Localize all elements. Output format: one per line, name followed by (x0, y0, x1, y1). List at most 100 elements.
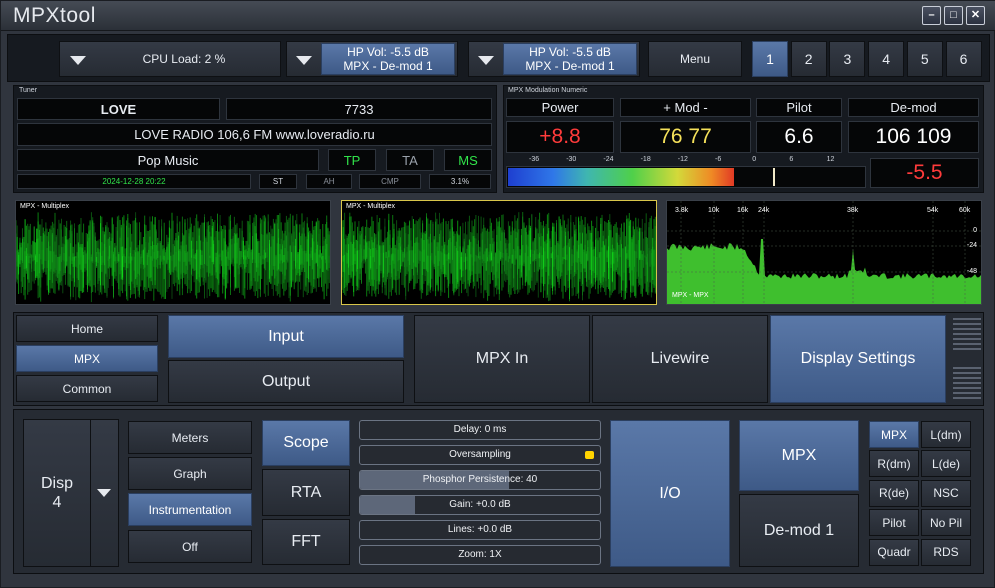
scope-2-trace (342, 212, 656, 302)
channel-button-rdm[interactable]: R(dm) (869, 450, 919, 478)
mpx-source-button[interactable]: MPX (739, 420, 859, 491)
delay-slider[interactable]: Delay: 0 ms (359, 420, 601, 440)
display-settings-button[interactable]: Display Settings (770, 315, 946, 403)
mod-value: 76 77 (620, 121, 751, 153)
io-button[interactable]: I/O (610, 420, 730, 567)
close-button[interactable]: ✕ (966, 6, 985, 25)
preset-button-6[interactable]: 6 (945, 41, 982, 77)
scope-1-label: MPX - Multiplex (20, 203, 70, 210)
headphone-1-source[interactable]: HP Vol: -5.5 dB MPX - De-mod 1 (321, 43, 455, 75)
channel-button-mpx[interactable]: MPX (869, 421, 919, 448)
demod-volume: -5.5 (870, 158, 979, 188)
type-fft[interactable]: FFT (262, 519, 350, 565)
preset-button-1[interactable]: 1 (752, 41, 788, 77)
output-button[interactable]: Output (168, 360, 404, 403)
type-scope[interactable]: Scope (262, 420, 350, 466)
mode-meters[interactable]: Meters (128, 421, 252, 454)
fft-y-tick: -24 (966, 242, 977, 249)
disp-number: 4 (52, 494, 62, 511)
zoom-label: Zoom: 1X (458, 549, 502, 560)
oversampling-toggle[interactable]: Oversampling (359, 445, 601, 465)
scroll-up-grip[interactable] (953, 318, 981, 350)
home-button[interactable]: Home (16, 315, 158, 342)
common-button[interactable]: Common (16, 375, 158, 402)
disp-label: Disp (40, 475, 73, 492)
cpu-load-dropdown[interactable]: CPU Load: 2 % (59, 41, 281, 77)
display-selector[interactable]: Disp 4 (23, 419, 119, 567)
st-indicator: ST (259, 174, 297, 189)
scope-panel-1[interactable]: MPX - Multiplex (15, 200, 331, 305)
fft-label: MPX - MPX (672, 292, 709, 299)
mpx-in-button[interactable]: MPX In (414, 315, 590, 403)
meter-fill (508, 168, 734, 186)
preset-button-5[interactable]: 5 (906, 41, 943, 77)
type-rta[interactable]: RTA (262, 469, 350, 516)
minimize-button[interactable]: – (922, 6, 941, 25)
channel-button-lde[interactable]: L(de) (921, 450, 971, 478)
channel-button-rds[interactable]: RDS (921, 538, 971, 566)
oversampling-label: Oversampling (449, 449, 511, 460)
oversampling-indicator-icon (585, 451, 594, 459)
scope-1-trace (16, 212, 330, 303)
maximize-button[interactable]: □ (944, 6, 963, 25)
hp2-source: MPX - De-mod 1 (525, 59, 615, 73)
mpx-numeric-label: MPX Modulation Numeric (508, 87, 588, 94)
ah-indicator: AH (306, 174, 352, 189)
chevron-down-icon (296, 56, 312, 65)
fft-y-tick: 0 (973, 227, 977, 234)
rds-datetime: 2024-12-28 20:22 (17, 174, 251, 189)
scope-2-label: MPX - Multiplex (346, 203, 396, 210)
channel-button-ldm[interactable]: L(dm) (921, 421, 971, 448)
gain-slider[interactable]: Gain: +0.0 dB (359, 495, 601, 515)
demod-value: 106 109 (848, 121, 979, 153)
preset-button-4[interactable]: 4 (868, 41, 905, 77)
demod-source-button[interactable]: De-mod 1 (739, 494, 859, 567)
phosphor-label: Phosphor Persistence: 40 (422, 474, 538, 485)
mod-header: + Mod - (620, 98, 751, 117)
menu-button[interactable]: Menu (648, 41, 742, 77)
power-header: Power (506, 98, 614, 117)
slider-fill (360, 496, 416, 514)
meter-scale-tick: -18 (640, 156, 651, 163)
fft-x-tick: 24k (758, 207, 770, 214)
fft-panel[interactable]: MPX - MPX 3.8k 10k 16k 24k 38k 54k 60k 0 -24 -48 (666, 200, 982, 305)
mode-graph[interactable]: Graph (128, 457, 252, 490)
fft-spectrum (667, 201, 981, 304)
chevron-down-icon (70, 56, 86, 65)
headphone-2-source[interactable]: HP Vol: -5.5 dB MPX - De-mod 1 (503, 43, 637, 75)
rds-percent: 3.1% (429, 174, 491, 189)
hp2-volume: HP Vol: -5.5 dB (529, 45, 611, 59)
lines-label: Lines: +0.0 dB (447, 524, 513, 535)
lines-slider[interactable]: Lines: +0.0 dB (359, 520, 601, 540)
channel-button-nsc[interactable]: NSC (921, 479, 971, 507)
fft-x-tick: 60k (959, 207, 971, 214)
channel-button-quadr[interactable]: Quadr (869, 538, 919, 566)
fft-x-tick: 16k (737, 207, 749, 214)
input-button[interactable]: Input (168, 315, 404, 358)
channel-button-nopil[interactable]: No Pil (921, 509, 971, 537)
meter-scale-tick: -36 (529, 156, 540, 163)
mpx-nav-button[interactable]: MPX (16, 345, 158, 372)
meter-scale-tick: -12 (677, 156, 688, 163)
tuner-label: Tuner (19, 87, 38, 94)
livewire-button[interactable]: Livewire (592, 315, 768, 403)
preset-button-3[interactable]: 3 (829, 41, 866, 77)
phosphor-slider[interactable]: Phosphor Persistence: 40 (359, 470, 601, 490)
chevron-down-icon (478, 56, 494, 65)
channel-button-pilot[interactable]: Pilot (869, 509, 919, 537)
scroll-down-grip[interactable] (953, 367, 981, 399)
meter-scale-tick: -6 (715, 156, 722, 163)
zoom-slider[interactable]: Zoom: 1X (359, 545, 601, 565)
preset-button-2[interactable]: 2 (790, 41, 827, 77)
scope-panel-2[interactable]: MPX - Multiplex (341, 200, 657, 305)
title-bar[interactable]: MPXtool – □ ✕ (1, 1, 995, 31)
mode-instrumentation[interactable]: Instrumentation (128, 493, 252, 526)
meter-scale-tick: 6 (789, 156, 794, 163)
main-window: MPXtool – □ ✕ CPU Load: 2 % HP Vol: -5.5… (0, 0, 995, 588)
fft-y-tick: -48 (966, 268, 977, 275)
fft-x-tick: 3.8k (675, 207, 689, 214)
channel-button-rde[interactable]: R(de) (869, 479, 919, 507)
meter-scale-tick: -24 (603, 156, 614, 163)
station-name: LOVE (17, 98, 220, 120)
mode-off[interactable]: Off (128, 530, 252, 563)
